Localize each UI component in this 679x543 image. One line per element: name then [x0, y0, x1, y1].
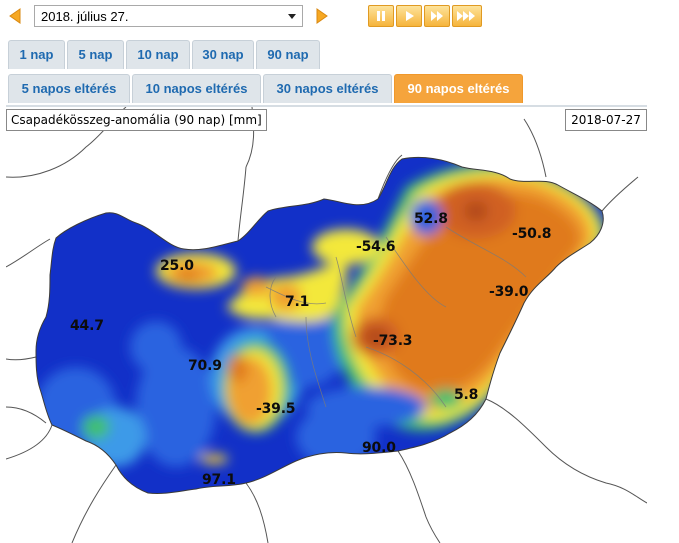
value-label: 25.0 [160, 258, 194, 274]
value-label: -73.3 [373, 333, 413, 349]
tab-label: 90 nap [267, 47, 309, 62]
value-label: 7.1 [285, 294, 310, 310]
play-button[interactable] [396, 5, 422, 27]
pause-icon [377, 11, 385, 21]
tab-1-nap[interactable]: 1 nap [8, 40, 65, 69]
chevron-down-icon [285, 7, 299, 25]
map-date: 2018-07-27 [565, 109, 647, 131]
date-select-value: 2018. július 27. [41, 9, 129, 24]
map-title: Csapadékösszeg-anomália (90 nap) [mm] [6, 109, 267, 131]
next-day-arrow-icon[interactable] [311, 6, 331, 26]
tab-label: 30 napos eltérés [276, 81, 379, 96]
date-select[interactable]: 2018. július 27. [34, 5, 303, 27]
tab-label: 5 napos eltérés [21, 81, 117, 96]
tab-label: 10 napos eltérés [145, 81, 248, 96]
value-label: -50.8 [512, 226, 552, 242]
fastest-forward-button[interactable] [452, 5, 482, 27]
tab-90-nap[interactable]: 90 nap [256, 40, 320, 69]
value-label: -54.6 [356, 239, 396, 255]
tab-label: 10 nap [137, 47, 179, 62]
value-label: 5.8 [454, 387, 479, 403]
value-label: 90.0 [362, 440, 396, 456]
value-label: -39.5 [256, 401, 296, 417]
value-label: 44.7 [70, 318, 104, 334]
fast-forward-icon [431, 11, 443, 21]
value-label: -39.0 [489, 284, 529, 300]
date-toolbar: 2018. július 27. [0, 0, 679, 34]
play-icon [406, 11, 414, 21]
tab-label: 1 nap [19, 47, 54, 62]
tab-label: 5 nap [78, 47, 113, 62]
tab-5-napos-elteres[interactable]: 5 napos eltérés [8, 74, 130, 103]
value-label: 97.1 [202, 472, 236, 488]
tab-5-nap[interactable]: 5 nap [67, 40, 124, 69]
tab-label: 90 napos eltérés [407, 81, 510, 96]
fast-forward-button[interactable] [424, 5, 450, 27]
value-label: 70.9 [188, 358, 222, 374]
tab-label: 30 nap [202, 47, 244, 62]
tab-10-nap[interactable]: 10 nap [126, 40, 190, 69]
value-label: 52.8 [414, 211, 448, 227]
pause-button[interactable] [368, 5, 394, 27]
tab-30-napos-elteres[interactable]: 30 napos eltérés [263, 74, 392, 103]
tab-10-napos-elteres[interactable]: 10 napos eltérés [132, 74, 261, 103]
fastest-forward-icon [457, 11, 475, 21]
tab-30-nap[interactable]: 30 nap [192, 40, 254, 69]
previous-day-arrow-icon[interactable] [6, 6, 26, 26]
tab-90-napos-elteres[interactable]: 90 napos eltérés [394, 74, 523, 103]
